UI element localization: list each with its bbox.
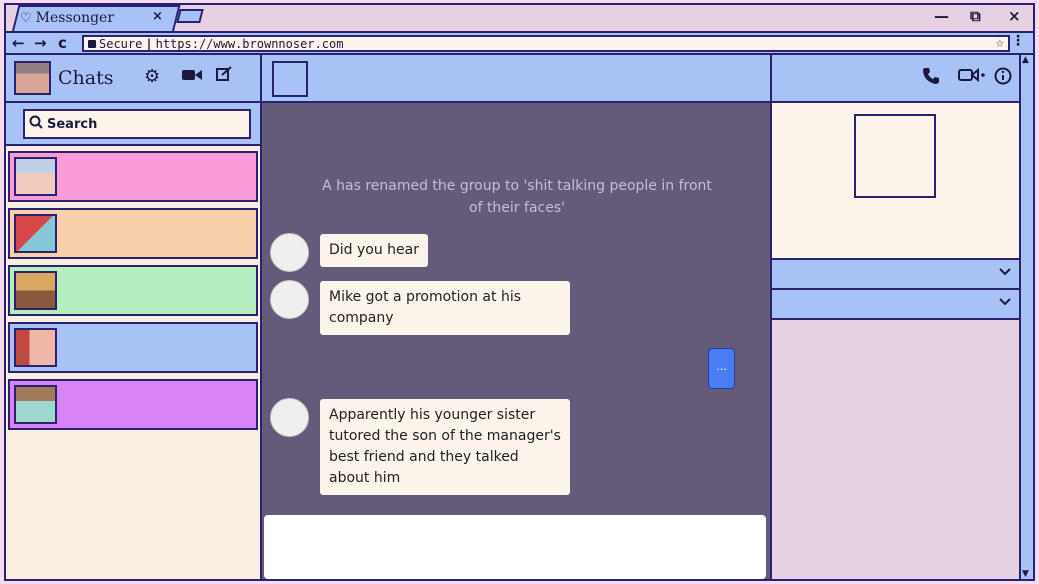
browser-tab-content: ♡ Messonger <box>20 8 170 28</box>
forward-button[interactable]: → <box>34 34 47 52</box>
url-field[interactable]: Secure | https://www.brownnoser.com ☆ <box>82 35 1010 52</box>
back-button[interactable]: ← <box>12 34 25 52</box>
chats-sidebar: Chats ⚙ Search <box>6 55 262 579</box>
message-bubble: Mike got a promotion at his company <box>320 281 570 335</box>
conversation-pane: A has renamed the group to 'shit talking… <box>262 103 770 579</box>
tab-close-icon[interactable]: × <box>152 9 163 24</box>
page-scrollbar[interactable]: ▲ ▼ <box>1019 55 1033 579</box>
bookmark-star-icon[interactable]: ☆ <box>996 35 1004 51</box>
search-icon <box>29 115 43 133</box>
scroll-down-icon[interactable]: ▼ <box>1022 569 1029 579</box>
browser-window: ♡ Messonger × — ⧉ × ← → c Secure | https… <box>4 3 1035 581</box>
chat-list-item[interactable] <box>8 151 258 202</box>
url-separator: | <box>145 36 153 51</box>
sender-avatar <box>270 280 309 319</box>
new-tab-button[interactable] <box>176 9 204 23</box>
url-text: https://www.brownnoser.com <box>155 36 344 51</box>
gear-icon[interactable]: ⚙ <box>144 66 160 87</box>
video-call-icon[interactable] <box>958 67 986 88</box>
contact-avatar <box>14 328 57 367</box>
system-message: A has renamed the group to 'shit talking… <box>322 178 712 216</box>
info-section-collapsed[interactable] <box>772 290 1021 320</box>
typing-indicator: ... <box>708 348 735 389</box>
search-area: Search <box>6 103 260 146</box>
conversation-header <box>262 55 770 103</box>
tab-title: Messonger <box>35 10 115 26</box>
message-bubble: Did you hear <box>320 234 429 267</box>
minimize-button[interactable]: — <box>934 7 949 25</box>
info-panel <box>770 55 1021 579</box>
sidebar-header: Chats ⚙ <box>6 55 260 103</box>
heart-icon: ♡ <box>20 10 32 26</box>
group-avatar[interactable] <box>272 61 308 97</box>
contact-avatar <box>14 214 57 253</box>
title-bar: ♡ Messonger × — ⧉ × <box>6 5 1033 31</box>
reload-button[interactable]: c <box>58 34 67 52</box>
info-icon[interactable] <box>994 67 1012 90</box>
chat-list-item[interactable] <box>8 322 258 373</box>
chat-list-item[interactable] <box>8 208 258 259</box>
lock-icon <box>88 39 96 48</box>
close-window-button[interactable]: × <box>1008 7 1021 25</box>
info-section-collapsed[interactable] <box>772 260 1021 290</box>
phone-icon[interactable] <box>922 67 940 90</box>
chevron-down-icon <box>999 294 1011 310</box>
chat-list-item[interactable] <box>8 379 258 430</box>
contact-avatar <box>14 385 57 424</box>
address-bar: ← → c Secure | https://www.brownnoser.co… <box>6 31 1033 55</box>
my-avatar[interactable] <box>14 61 51 95</box>
info-header <box>772 55 1021 103</box>
group-info-card <box>772 103 1021 260</box>
sender-avatar <box>270 233 309 272</box>
search-placeholder: Search <box>47 116 98 132</box>
chats-title: Chats <box>58 67 114 89</box>
chat-list-item[interactable] <box>8 265 258 316</box>
scroll-up-icon[interactable]: ▲ <box>1022 55 1029 65</box>
group-photo <box>854 114 936 198</box>
message-bubble: Apparently his younger sister tutored th… <box>320 399 570 495</box>
restore-button[interactable]: ⧉ <box>970 7 981 25</box>
contact-avatar <box>14 157 57 196</box>
sender-avatar <box>270 398 309 437</box>
video-call-icon[interactable] <box>182 66 202 87</box>
compose-icon[interactable] <box>216 66 232 87</box>
browser-menu-icon[interactable]: ⋮ <box>1011 33 1025 49</box>
contact-avatar <box>14 271 57 310</box>
search-input[interactable]: Search <box>23 109 251 139</box>
messenger-app: Chats ⚙ Search A has renamed the group t… <box>6 55 1021 579</box>
chevron-down-icon <box>999 264 1011 280</box>
message-input[interactable] <box>264 515 766 579</box>
secure-label: Secure <box>99 36 143 51</box>
